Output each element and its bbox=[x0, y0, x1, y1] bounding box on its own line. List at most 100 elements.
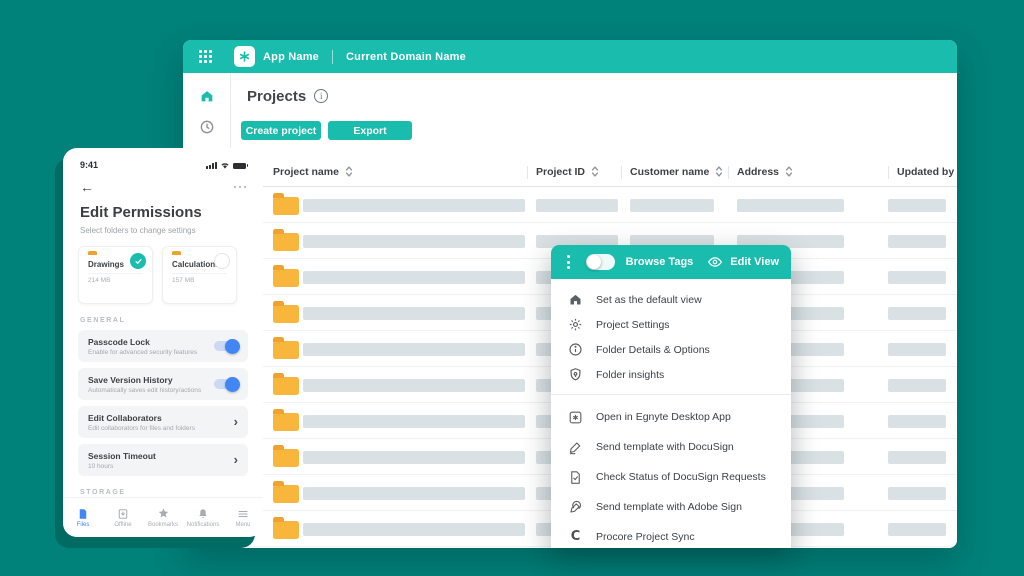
page-info-icon[interactable]: i bbox=[314, 89, 328, 103]
back-arrow-icon[interactable]: ← bbox=[80, 180, 94, 194]
menu-item-label: Project Settings bbox=[596, 319, 670, 331]
placeholder-bar bbox=[303, 235, 525, 248]
toggle-on[interactable] bbox=[214, 341, 238, 351]
chevron-right-icon: › bbox=[234, 455, 238, 465]
placeholder-bar bbox=[737, 199, 844, 212]
placeholder-bar bbox=[303, 415, 525, 428]
placeholder-bar bbox=[630, 199, 714, 212]
status-time: 9:41 bbox=[80, 160, 98, 170]
folder-icon bbox=[273, 341, 299, 359]
placeholder-bar bbox=[303, 307, 525, 320]
card-divider bbox=[88, 273, 143, 274]
menu-item-folder-insights[interactable]: Folder insights bbox=[551, 362, 791, 387]
browse-tags-toggle[interactable] bbox=[586, 254, 615, 270]
wifi-icon bbox=[220, 161, 230, 169]
selected-check-icon[interactable] bbox=[130, 253, 146, 269]
tab-label: Bookmarks bbox=[148, 522, 178, 528]
menu-divider bbox=[551, 394, 791, 395]
sort-icon[interactable] bbox=[591, 165, 599, 178]
menu-item-label: Folder Details & Options bbox=[596, 344, 710, 356]
setting-row-session-timeout[interactable]: Session Timeout10 hours› bbox=[78, 444, 248, 476]
tab-label: Menu bbox=[235, 522, 250, 528]
setting-row-passcode-lock[interactable]: Passcode Lock Enable for advanced securit… bbox=[78, 330, 248, 362]
phone-screen-subtitle: Select folders to change settings bbox=[80, 226, 246, 235]
folder-icon bbox=[273, 485, 299, 503]
adobe-pen-icon bbox=[567, 499, 584, 516]
column-label: Customer name bbox=[630, 166, 709, 178]
column-divider bbox=[621, 166, 622, 179]
browse-tags-label[interactable]: Browse Tags bbox=[626, 256, 694, 268]
placeholder-bar bbox=[888, 379, 946, 392]
column-header-customer-name[interactable]: Customer name bbox=[630, 165, 723, 178]
menu-item-send-template-with-docusign[interactable]: Send template with DocuSign bbox=[551, 432, 791, 462]
placeholder-bar bbox=[888, 271, 946, 284]
folder-card-drawings[interactable]: Drawings214 MB bbox=[78, 246, 153, 304]
placeholder-bar bbox=[888, 235, 946, 248]
folder-card-calculations[interactable]: Calculations157 MB bbox=[162, 246, 237, 304]
column-divider bbox=[888, 166, 889, 179]
table-row[interactable] bbox=[232, 187, 957, 223]
folder-icon bbox=[273, 233, 299, 251]
kebab-menu-icon[interactable] bbox=[567, 254, 570, 271]
context-menu-header: Browse Tags Edit View bbox=[551, 245, 791, 279]
menu-item-check-status-of-docusign-requests[interactable]: Check Status of DocuSign Requests bbox=[551, 462, 791, 492]
column-divider bbox=[527, 166, 528, 179]
setting-title: Passcode Lock bbox=[88, 337, 197, 347]
setting-row-save-version-history[interactable]: Save Version HistoryAutomatically saves … bbox=[78, 368, 248, 400]
setting-subtitle: 10 hours bbox=[88, 463, 156, 470]
more-options-icon[interactable] bbox=[231, 186, 246, 189]
toggle-on[interactable] bbox=[214, 379, 238, 389]
page-title: Projects bbox=[247, 88, 306, 105]
tab-offline[interactable]: Offline bbox=[103, 508, 143, 528]
placeholder-bar bbox=[536, 199, 618, 212]
sort-icon[interactable] bbox=[785, 165, 793, 178]
tab-label: Files bbox=[77, 522, 90, 528]
placeholder-bar bbox=[888, 199, 946, 212]
setting-subtitle: Enable for advanced security features bbox=[88, 349, 197, 356]
column-header-project-id[interactable]: Project ID bbox=[536, 165, 599, 178]
menu-item-folder-details-options[interactable]: Folder Details & Options bbox=[551, 337, 791, 362]
files-icon bbox=[77, 508, 89, 520]
header-divider bbox=[332, 50, 333, 64]
folder-icon bbox=[273, 305, 299, 323]
tab-notifications[interactable]: Notifications bbox=[183, 508, 223, 528]
menu-item-send-template-with-adobe-sign[interactable]: Send template with Adobe Sign bbox=[551, 492, 791, 522]
shield-icon bbox=[567, 366, 584, 383]
tab-files[interactable]: Files bbox=[63, 508, 103, 528]
column-header-address[interactable]: Address bbox=[737, 165, 793, 178]
bookmarks-icon bbox=[157, 507, 170, 520]
eye-icon[interactable] bbox=[707, 254, 723, 270]
placeholder-bar bbox=[303, 451, 525, 464]
menu-item-procore-project-sync[interactable]: CProcore Project Sync bbox=[551, 522, 791, 548]
tab-menu[interactable]: Menu bbox=[223, 508, 263, 528]
battery-icon bbox=[233, 163, 246, 170]
export-button[interactable]: Export bbox=[328, 121, 412, 140]
menu-item-open-in-egnyte-desktop-app[interactable]: Open in Egnyte Desktop App bbox=[551, 402, 791, 432]
column-header-updated-by[interactable]: Updated by bbox=[897, 165, 957, 178]
placeholder-bar bbox=[303, 487, 525, 500]
setting-row-edit-collaborators[interactable]: Edit CollaboratorsEdit collaborators for… bbox=[78, 406, 248, 438]
column-header-project-name[interactable]: Project name bbox=[273, 165, 353, 178]
column-label: Address bbox=[737, 166, 779, 178]
folder-size: 214 MB bbox=[88, 277, 143, 284]
app-name: App Name bbox=[263, 51, 319, 63]
tab-bookmarks[interactable]: Bookmarks bbox=[143, 507, 183, 528]
folder-icon bbox=[273, 413, 299, 431]
sort-icon[interactable] bbox=[345, 165, 353, 178]
home-icon[interactable] bbox=[199, 88, 215, 104]
notifications-icon bbox=[197, 508, 209, 520]
placeholder-bar bbox=[303, 271, 525, 284]
column-label: Project name bbox=[273, 166, 339, 178]
app-logo-icon bbox=[234, 46, 255, 67]
menu-item-project-settings[interactable]: Project Settings bbox=[551, 312, 791, 337]
menu-item-set-as-the-default-view[interactable]: Set as the default view bbox=[551, 287, 791, 312]
tab-label: Notifications bbox=[187, 522, 220, 528]
create-project-button[interactable]: Create project bbox=[241, 121, 321, 140]
edit-view-label[interactable]: Edit View bbox=[730, 256, 779, 268]
app-header: App Name Current Domain Name bbox=[183, 40, 957, 73]
apps-grid-icon[interactable] bbox=[199, 50, 212, 63]
unselected-circle[interactable] bbox=[214, 253, 230, 269]
menu-icon bbox=[237, 508, 249, 520]
sort-icon[interactable] bbox=[715, 165, 723, 178]
recents-clock-icon[interactable] bbox=[199, 119, 215, 135]
